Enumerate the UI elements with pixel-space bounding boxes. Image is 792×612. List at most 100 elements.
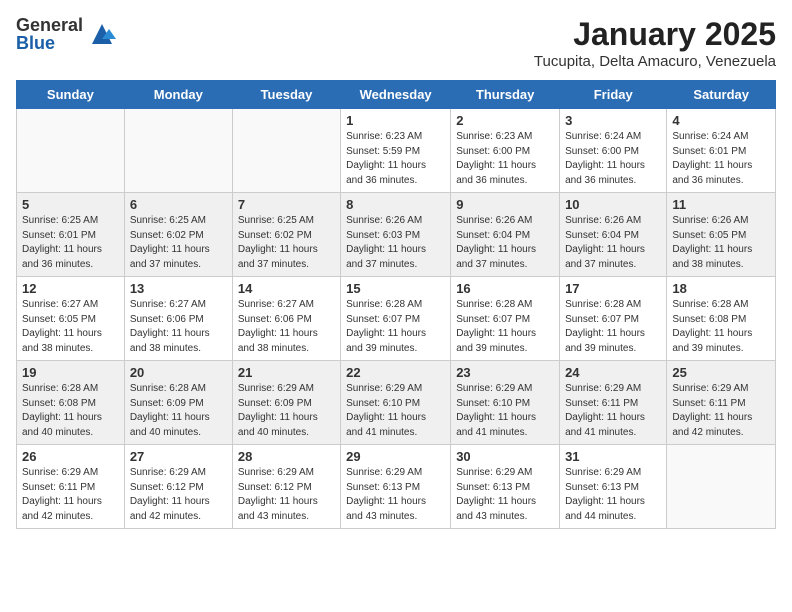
day-number: 17 [565,281,661,296]
day-info: Sunrise: 6:29 AM Sunset: 6:13 PM Dayligh… [565,466,661,524]
day-info: Sunrise: 6:23 AM Sunset: 6:00 PM Dayligh… [456,130,554,188]
day-number: 28 [238,449,335,464]
day-info: Sunrise: 6:29 AM Sunset: 6:13 PM Dayligh… [346,466,445,524]
day-number: 23 [456,365,554,380]
calendar-day-cell: 11 Sunrise: 6:26 AM Sunset: 6:05 PM Dayli… [667,193,776,277]
calendar-day-cell: 21 Sunrise: 6:29 AM Sunset: 6:09 PM Dayli… [232,361,340,445]
day-number: 13 [130,281,227,296]
day-number: 22 [346,365,445,380]
day-number: 19 [22,365,119,380]
day-number: 7 [238,197,335,212]
calendar-day-cell: 27 Sunrise: 6:29 AM Sunset: 6:12 PM Dayli… [124,445,232,529]
calendar-day-cell: 16Sunrise: 6:28 AM Sunset: 6:07 PM Dayli… [451,277,560,361]
page-header: General Blue January 2025 Tucupita, Delt… [16,16,776,70]
day-number: 12 [22,281,119,296]
day-of-week-header: Monday [124,81,232,109]
day-info: Sunrise: 6:28 AM Sunset: 6:08 PM Dayligh… [22,382,119,440]
calendar-day-cell: 31 Sunrise: 6:29 AM Sunset: 6:13 PM Dayli… [560,445,667,529]
calendar-day-cell [667,445,776,529]
day-info: Sunrise: 6:29 AM Sunset: 6:11 PM Dayligh… [672,382,770,440]
day-info: Sunrise: 6:26 AM Sunset: 6:03 PM Dayligh… [346,214,445,272]
day-info: Sunrise: 6:27 AM Sunset: 6:06 PM Dayligh… [130,298,227,356]
day-number: 4 [672,113,770,128]
day-info: Sunrise: 6:29 AM Sunset: 6:13 PM Dayligh… [456,466,554,524]
day-number: 2 [456,113,554,128]
day-number: 29 [346,449,445,464]
calendar-day-cell: 26Sunrise: 6:29 AM Sunset: 6:11 PM Dayli… [17,445,125,529]
day-number: 9 [456,197,554,212]
day-of-week-header: Thursday [451,81,560,109]
day-info: Sunrise: 6:29 AM Sunset: 6:11 PM Dayligh… [22,466,119,524]
calendar-day-cell: 20 Sunrise: 6:28 AM Sunset: 6:09 PM Dayli… [124,361,232,445]
calendar-week-row: 26Sunrise: 6:29 AM Sunset: 6:11 PM Dayli… [17,445,776,529]
day-info: Sunrise: 6:26 AM Sunset: 6:04 PM Dayligh… [565,214,661,272]
calendar-day-cell: 9 Sunrise: 6:26 AM Sunset: 6:04 PM Daylig… [451,193,560,277]
day-info: Sunrise: 6:29 AM Sunset: 6:12 PM Dayligh… [130,466,227,524]
calendar-week-row: 1 Sunrise: 6:23 AM Sunset: 5:59 PM Daylig… [17,109,776,193]
calendar-week-row: 12Sunrise: 6:27 AM Sunset: 6:05 PM Dayli… [17,277,776,361]
day-info: Sunrise: 6:28 AM Sunset: 6:07 PM Dayligh… [346,298,445,356]
day-info: Sunrise: 6:28 AM Sunset: 6:07 PM Dayligh… [456,298,554,356]
day-number: 10 [565,197,661,212]
location-title: Tucupita, Delta Amacuro, Venezuela [534,53,776,70]
day-info: Sunrise: 6:29 AM Sunset: 6:09 PM Dayligh… [238,382,335,440]
calendar-day-cell: 14 Sunrise: 6:27 AM Sunset: 6:06 PM Dayli… [232,277,340,361]
day-info: Sunrise: 6:29 AM Sunset: 6:10 PM Dayligh… [456,382,554,440]
day-of-week-header: Saturday [667,81,776,109]
day-number: 3 [565,113,661,128]
calendar-day-cell: 23 Sunrise: 6:29 AM Sunset: 6:10 PM Dayli… [451,361,560,445]
calendar-day-cell: 15 Sunrise: 6:28 AM Sunset: 6:07 PM Dayli… [341,277,451,361]
calendar-day-cell: 12Sunrise: 6:27 AM Sunset: 6:05 PM Dayli… [17,277,125,361]
day-number: 27 [130,449,227,464]
calendar-day-cell: 29 Sunrise: 6:29 AM Sunset: 6:13 PM Dayli… [341,445,451,529]
calendar-day-cell: 30Sunrise: 6:29 AM Sunset: 6:13 PM Dayli… [451,445,560,529]
calendar-day-cell: 25 Sunrise: 6:29 AM Sunset: 6:11 PM Dayli… [667,361,776,445]
day-info: Sunrise: 6:24 AM Sunset: 6:00 PM Dayligh… [565,130,661,188]
day-number: 18 [672,281,770,296]
calendar-day-cell: 18 Sunrise: 6:28 AM Sunset: 6:08 PM Dayli… [667,277,776,361]
day-number: 15 [346,281,445,296]
day-number: 1 [346,113,445,128]
logo-icon [87,19,117,49]
calendar-day-cell: 5 Sunrise: 6:25 AM Sunset: 6:01 PM Daylig… [17,193,125,277]
day-info: Sunrise: 6:25 AM Sunset: 6:02 PM Dayligh… [238,214,335,272]
day-of-week-header: Tuesday [232,81,340,109]
logo: General Blue [16,16,117,52]
day-info: Sunrise: 6:29 AM Sunset: 6:12 PM Dayligh… [238,466,335,524]
day-number: 20 [130,365,227,380]
day-number: 25 [672,365,770,380]
day-of-week-header: Sunday [17,81,125,109]
calendar-day-cell [17,109,125,193]
calendar-day-cell: 1 Sunrise: 6:23 AM Sunset: 5:59 PM Daylig… [341,109,451,193]
day-number: 14 [238,281,335,296]
day-info: Sunrise: 6:26 AM Sunset: 6:04 PM Dayligh… [456,214,554,272]
day-info: Sunrise: 6:29 AM Sunset: 6:11 PM Dayligh… [565,382,661,440]
day-info: Sunrise: 6:26 AM Sunset: 6:05 PM Dayligh… [672,214,770,272]
calendar-day-cell: 6Sunrise: 6:25 AM Sunset: 6:02 PM Daylig… [124,193,232,277]
month-title: January 2025 [534,16,776,53]
calendar-header-row: SundayMondayTuesdayWednesdayThursdayFrid… [17,81,776,109]
calendar-day-cell: 7 Sunrise: 6:25 AM Sunset: 6:02 PM Daylig… [232,193,340,277]
calendar-day-cell: 28 Sunrise: 6:29 AM Sunset: 6:12 PM Dayli… [232,445,340,529]
calendar-day-cell: 19 Sunrise: 6:28 AM Sunset: 6:08 PM Dayli… [17,361,125,445]
calendar-day-cell: 13 Sunrise: 6:27 AM Sunset: 6:06 PM Dayli… [124,277,232,361]
day-info: Sunrise: 6:29 AM Sunset: 6:10 PM Dayligh… [346,382,445,440]
day-info: Sunrise: 6:23 AM Sunset: 5:59 PM Dayligh… [346,130,445,188]
day-number: 11 [672,197,770,212]
day-info: Sunrise: 6:27 AM Sunset: 6:06 PM Dayligh… [238,298,335,356]
logo-general-text: General [16,16,83,34]
day-info: Sunrise: 6:25 AM Sunset: 6:01 PM Dayligh… [22,214,119,272]
day-number: 21 [238,365,335,380]
day-info: Sunrise: 6:28 AM Sunset: 6:09 PM Dayligh… [130,382,227,440]
calendar-week-row: 19 Sunrise: 6:28 AM Sunset: 6:08 PM Dayli… [17,361,776,445]
day-number: 8 [346,197,445,212]
day-of-week-header: Wednesday [341,81,451,109]
day-info: Sunrise: 6:24 AM Sunset: 6:01 PM Dayligh… [672,130,770,188]
calendar-day-cell: 22 Sunrise: 6:29 AM Sunset: 6:10 PM Dayli… [341,361,451,445]
day-info: Sunrise: 6:28 AM Sunset: 6:07 PM Dayligh… [565,298,661,356]
day-number: 5 [22,197,119,212]
day-info: Sunrise: 6:28 AM Sunset: 6:08 PM Dayligh… [672,298,770,356]
day-number: 31 [565,449,661,464]
day-number: 6 [130,197,227,212]
calendar-day-cell: 10 Sunrise: 6:26 AM Sunset: 6:04 PM Dayli… [560,193,667,277]
